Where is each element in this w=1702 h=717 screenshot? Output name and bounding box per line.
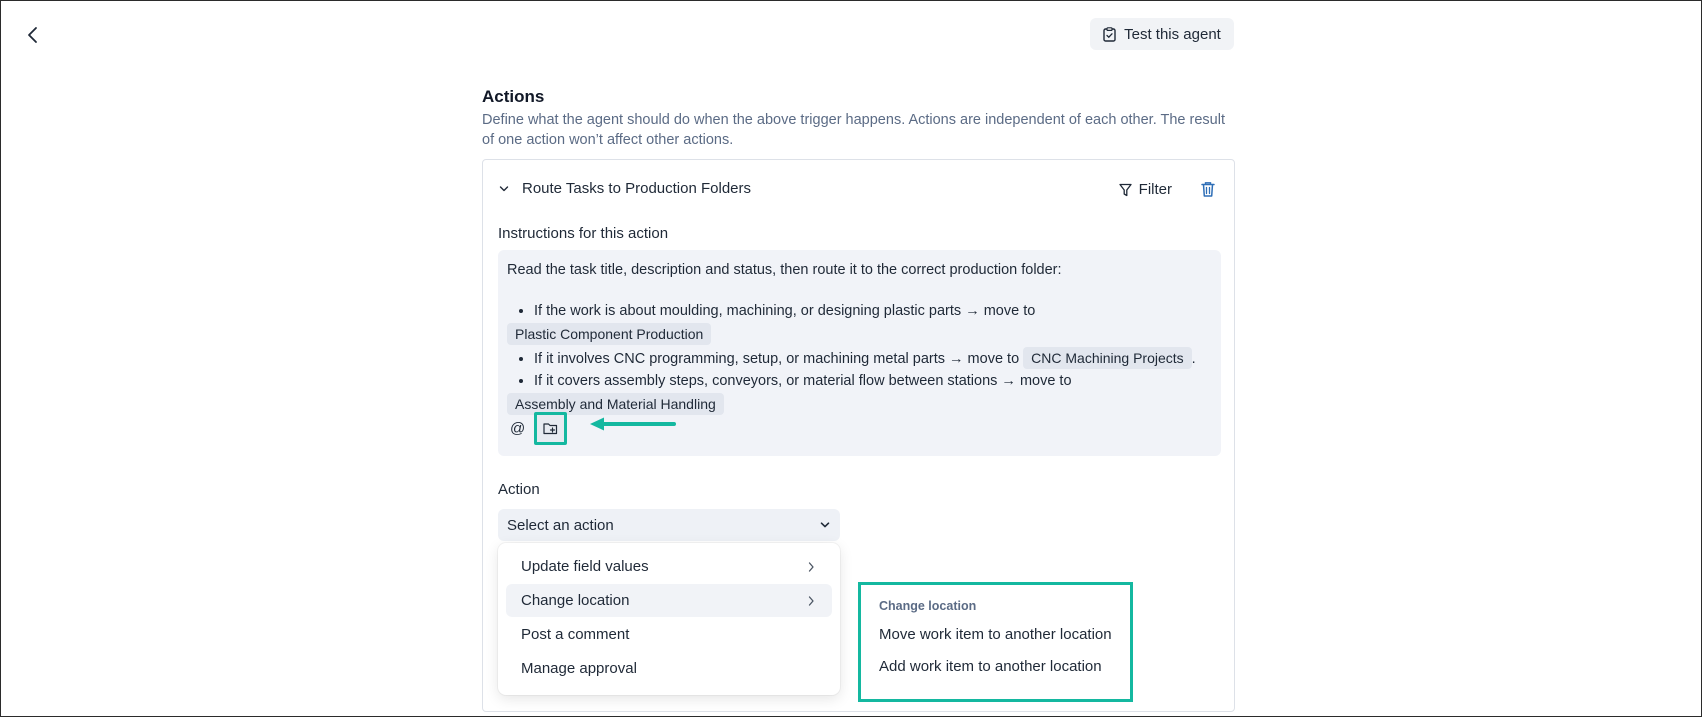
filter-icon xyxy=(1119,183,1132,196)
rule-text: If it covers assembly steps, conveyors, … xyxy=(534,373,1072,389)
instructions-editor[interactable]: Read the task title, description and sta… xyxy=(498,250,1221,456)
action-name: Route Tasks to Production Folders xyxy=(522,180,752,197)
chevron-left-icon xyxy=(28,27,37,43)
instructions-rule: If the work is about moulding, machining… xyxy=(507,301,1212,346)
chevron-down-icon[interactable] xyxy=(498,183,510,195)
menu-item-manage-approval[interactable]: Manage approval xyxy=(506,652,832,685)
action-select-value: Select an action xyxy=(507,516,614,534)
instructions-rule: If it involves CNC programming, setup, o… xyxy=(534,347,1212,370)
menu-item-change-location[interactable]: Change location xyxy=(506,584,832,617)
section-description: Define what the agent should do when the… xyxy=(482,112,1225,148)
mention-button[interactable]: @ xyxy=(510,418,526,439)
clipboard-check-icon xyxy=(1103,26,1116,42)
delete-action-button[interactable] xyxy=(1200,181,1218,199)
menu-item-label: Change location xyxy=(521,592,630,609)
chevron-right-icon xyxy=(808,595,814,606)
annotation-arrow-icon xyxy=(590,417,676,431)
menu-item-label: Update field values xyxy=(521,558,649,575)
trash-icon xyxy=(1201,182,1215,197)
instructions-toolbar: @ xyxy=(510,412,567,445)
menu-item-label: Post a comment xyxy=(521,626,630,643)
insert-folder-button[interactable] xyxy=(534,412,567,445)
rule-text: If it involves CNC programming, setup, o… xyxy=(534,351,1020,367)
section-title: Actions xyxy=(482,87,545,106)
chevron-down-icon xyxy=(820,522,830,528)
rule-text: If the work is about moulding, machining… xyxy=(534,303,1036,319)
change-location-submenu: Change location Move work item to anothe… xyxy=(858,582,1133,702)
menu-item-post-comment[interactable]: Post a comment xyxy=(506,618,832,651)
instructions-label: Instructions for this action xyxy=(498,225,669,242)
chevron-right-icon xyxy=(808,561,814,572)
action-card-header[interactable]: Route Tasks to Production Folders xyxy=(498,180,751,197)
instructions-rule-list: If the work is about moulding, machining… xyxy=(507,301,1212,416)
action-label: Action xyxy=(498,481,540,498)
test-agent-button[interactable]: Test this agent xyxy=(1090,18,1234,50)
folder-plus-icon xyxy=(543,423,558,435)
add-work-item-option[interactable]: Add work item to another location xyxy=(879,658,1112,675)
test-agent-label: Test this agent xyxy=(1124,25,1221,43)
submenu-title: Change location xyxy=(879,599,977,613)
instructions-intro: Read the task title, description and sta… xyxy=(507,262,1062,278)
folder-chip[interactable]: CNC Machining Projects xyxy=(1023,347,1192,369)
menu-item-label: Manage approval xyxy=(521,660,637,677)
filter-button[interactable]: Filter xyxy=(1119,181,1172,198)
action-select[interactable]: Select an action xyxy=(498,509,840,541)
instructions-rule: If it covers assembly steps, conveyors, … xyxy=(507,371,1212,416)
back-button[interactable] xyxy=(19,21,47,49)
filter-label: Filter xyxy=(1138,181,1172,198)
rule-suffix: . xyxy=(1191,351,1196,367)
action-menu: Update field values Change location Post… xyxy=(498,543,840,695)
folder-chip[interactable]: Plastic Component Production xyxy=(507,323,712,345)
menu-item-update-field-values[interactable]: Update field values xyxy=(506,550,832,583)
move-work-item-option[interactable]: Move work item to another location xyxy=(879,626,1112,643)
